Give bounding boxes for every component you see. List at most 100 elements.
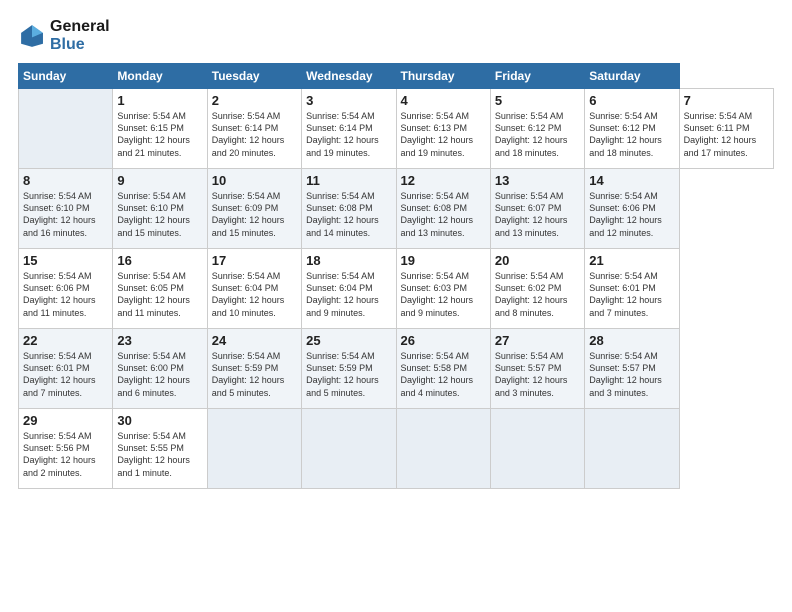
col-header-wednesday: Wednesday xyxy=(302,64,396,89)
calendar-cell: 30 Sunrise: 5:54 AM Sunset: 5:55 PM Dayli… xyxy=(113,409,207,489)
calendar-cell: 24 Sunrise: 5:54 AM Sunset: 5:59 PM Dayli… xyxy=(207,329,301,409)
day-number: 8 xyxy=(23,173,108,188)
day-number: 12 xyxy=(401,173,486,188)
day-info: Sunrise: 5:54 AM Sunset: 5:57 PM Dayligh… xyxy=(495,350,580,399)
calendar-cell: 16 Sunrise: 5:54 AM Sunset: 6:05 PM Dayli… xyxy=(113,249,207,329)
calendar-cell: 22 Sunrise: 5:54 AM Sunset: 6:01 PM Dayli… xyxy=(19,329,113,409)
calendar-week-3: 15 Sunrise: 5:54 AM Sunset: 6:06 PM Dayli… xyxy=(19,249,774,329)
calendar-cell xyxy=(585,409,679,489)
day-number: 2 xyxy=(212,93,297,108)
day-info: Sunrise: 5:54 AM Sunset: 6:00 PM Dayligh… xyxy=(117,350,202,399)
day-info: Sunrise: 5:54 AM Sunset: 5:57 PM Dayligh… xyxy=(589,350,674,399)
calendar-cell: 27 Sunrise: 5:54 AM Sunset: 5:57 PM Dayli… xyxy=(490,329,584,409)
calendar-cell: 29Sunrise: 5:54 AM Sunset: 5:56 PM Dayli… xyxy=(19,409,113,489)
day-info: Sunrise: 5:54 AM Sunset: 6:15 PM Dayligh… xyxy=(117,110,202,159)
calendar-cell: 8 Sunrise: 5:54 AM Sunset: 6:10 PM Daylig… xyxy=(19,169,113,249)
col-header-friday: Friday xyxy=(490,64,584,89)
day-number: 15 xyxy=(23,253,108,268)
calendar-cell: 7Sunrise: 5:54 AM Sunset: 6:11 PM Daylig… xyxy=(679,89,773,169)
calendar-cell: 11Sunrise: 5:54 AM Sunset: 6:08 PM Dayli… xyxy=(302,169,396,249)
logo-icon xyxy=(18,22,46,50)
day-info: Sunrise: 5:54 AM Sunset: 6:08 PM Dayligh… xyxy=(401,190,486,239)
day-info: Sunrise: 5:54 AM Sunset: 5:55 PM Dayligh… xyxy=(117,430,202,479)
day-number: 4 xyxy=(401,93,486,108)
col-header-sunday: Sunday xyxy=(19,64,113,89)
calendar-cell: 4 Sunrise: 5:54 AM Sunset: 6:13 PM Daylig… xyxy=(396,89,490,169)
day-number: 20 xyxy=(495,253,580,268)
calendar-cell xyxy=(302,409,396,489)
day-number: 13 xyxy=(495,173,580,188)
calendar-cell: 9Sunrise: 5:54 AM Sunset: 6:10 PM Daylig… xyxy=(113,169,207,249)
day-info: Sunrise: 5:54 AM Sunset: 6:10 PM Dayligh… xyxy=(23,190,108,239)
day-info: Sunrise: 5:54 AM Sunset: 6:01 PM Dayligh… xyxy=(23,350,108,399)
calendar-cell: 6 Sunrise: 5:54 AM Sunset: 6:12 PM Daylig… xyxy=(585,89,679,169)
day-number: 16 xyxy=(117,253,202,268)
day-number: 21 xyxy=(589,253,674,268)
day-info: Sunrise: 5:54 AM Sunset: 6:06 PM Dayligh… xyxy=(23,270,108,319)
day-number: 6 xyxy=(589,93,674,108)
calendar-cell: 5 Sunrise: 5:54 AM Sunset: 6:12 PM Daylig… xyxy=(490,89,584,169)
calendar-week-5: 29Sunrise: 5:54 AM Sunset: 5:56 PM Dayli… xyxy=(19,409,774,489)
calendar-cell: 20Sunrise: 5:54 AM Sunset: 6:02 PM Dayli… xyxy=(490,249,584,329)
calendar-cell xyxy=(396,409,490,489)
day-number: 9 xyxy=(117,173,202,188)
calendar-cell: 12 Sunrise: 5:54 AM Sunset: 6:08 PM Dayli… xyxy=(396,169,490,249)
day-info: Sunrise: 5:54 AM Sunset: 6:01 PM Dayligh… xyxy=(589,270,674,319)
day-number: 3 xyxy=(306,93,391,108)
day-number: 27 xyxy=(495,333,580,348)
day-number: 17 xyxy=(212,253,297,268)
day-info: Sunrise: 5:54 AM Sunset: 6:14 PM Dayligh… xyxy=(306,110,391,159)
calendar-cell: 14Sunrise: 5:54 AM Sunset: 6:06 PM Dayli… xyxy=(585,169,679,249)
day-number: 29 xyxy=(23,413,108,428)
calendar-cell: 3 Sunrise: 5:54 AM Sunset: 6:14 PM Daylig… xyxy=(302,89,396,169)
day-number: 11 xyxy=(306,173,391,188)
calendar-cell xyxy=(490,409,584,489)
header-row-days: SundayMondayTuesdayWednesdayThursdayFrid… xyxy=(19,64,774,89)
calendar-cell: 15 Sunrise: 5:54 AM Sunset: 6:06 PM Dayli… xyxy=(19,249,113,329)
day-info: Sunrise: 5:54 AM Sunset: 6:07 PM Dayligh… xyxy=(495,190,580,239)
day-number: 30 xyxy=(117,413,202,428)
calendar-cell: 18Sunrise: 5:54 AM Sunset: 6:04 PM Dayli… xyxy=(302,249,396,329)
logo-text: General Blue xyxy=(50,18,110,53)
day-number: 5 xyxy=(495,93,580,108)
day-info: Sunrise: 5:54 AM Sunset: 6:03 PM Dayligh… xyxy=(401,270,486,319)
day-info: Sunrise: 5:54 AM Sunset: 5:59 PM Dayligh… xyxy=(212,350,297,399)
day-info: Sunrise: 5:54 AM Sunset: 6:13 PM Dayligh… xyxy=(401,110,486,159)
day-number: 28 xyxy=(589,333,674,348)
day-info: Sunrise: 5:54 AM Sunset: 6:06 PM Dayligh… xyxy=(589,190,674,239)
day-number: 7 xyxy=(684,93,769,108)
calendar-cell: 1Sunrise: 5:54 AM Sunset: 6:15 PM Daylig… xyxy=(113,89,207,169)
calendar-cell xyxy=(207,409,301,489)
col-header-saturday: Saturday xyxy=(585,64,679,89)
col-header-thursday: Thursday xyxy=(396,64,490,89)
calendar-week-2: 8 Sunrise: 5:54 AM Sunset: 6:10 PM Daylig… xyxy=(19,169,774,249)
calendar-table: SundayMondayTuesdayWednesdayThursdayFrid… xyxy=(18,63,774,489)
col-header-monday: Monday xyxy=(113,64,207,89)
day-number: 22 xyxy=(23,333,108,348)
header-row: General Blue xyxy=(18,18,774,53)
day-number: 26 xyxy=(401,333,486,348)
day-number: 10 xyxy=(212,173,297,188)
day-info: Sunrise: 5:54 AM Sunset: 6:04 PM Dayligh… xyxy=(212,270,297,319)
calendar-cell: 2 Sunrise: 5:54 AM Sunset: 6:14 PM Daylig… xyxy=(207,89,301,169)
calendar-cell xyxy=(19,89,113,169)
page-container: General Blue SundayMondayTuesdayWednesda… xyxy=(0,0,792,499)
day-info: Sunrise: 5:54 AM Sunset: 6:12 PM Dayligh… xyxy=(589,110,674,159)
day-info: Sunrise: 5:54 AM Sunset: 6:12 PM Dayligh… xyxy=(495,110,580,159)
calendar-cell: 21 Sunrise: 5:54 AM Sunset: 6:01 PM Dayli… xyxy=(585,249,679,329)
day-number: 24 xyxy=(212,333,297,348)
day-number: 23 xyxy=(117,333,202,348)
day-info: Sunrise: 5:54 AM Sunset: 6:14 PM Dayligh… xyxy=(212,110,297,159)
calendar-cell: 28 Sunrise: 5:54 AM Sunset: 5:57 PM Dayli… xyxy=(585,329,679,409)
calendar-cell: 26 Sunrise: 5:54 AM Sunset: 5:58 PM Dayli… xyxy=(396,329,490,409)
logo: General Blue xyxy=(18,18,110,53)
day-info: Sunrise: 5:54 AM Sunset: 6:04 PM Dayligh… xyxy=(306,270,391,319)
day-info: Sunrise: 5:54 AM Sunset: 5:59 PM Dayligh… xyxy=(306,350,391,399)
day-info: Sunrise: 5:54 AM Sunset: 5:58 PM Dayligh… xyxy=(401,350,486,399)
day-number: 25 xyxy=(306,333,391,348)
calendar-cell: 23 Sunrise: 5:54 AM Sunset: 6:00 PM Dayli… xyxy=(113,329,207,409)
calendar-cell: 19Sunrise: 5:54 AM Sunset: 6:03 PM Dayli… xyxy=(396,249,490,329)
day-info: Sunrise: 5:54 AM Sunset: 6:09 PM Dayligh… xyxy=(212,190,297,239)
calendar-cell: 17 Sunrise: 5:54 AM Sunset: 6:04 PM Dayli… xyxy=(207,249,301,329)
day-info: Sunrise: 5:54 AM Sunset: 6:05 PM Dayligh… xyxy=(117,270,202,319)
